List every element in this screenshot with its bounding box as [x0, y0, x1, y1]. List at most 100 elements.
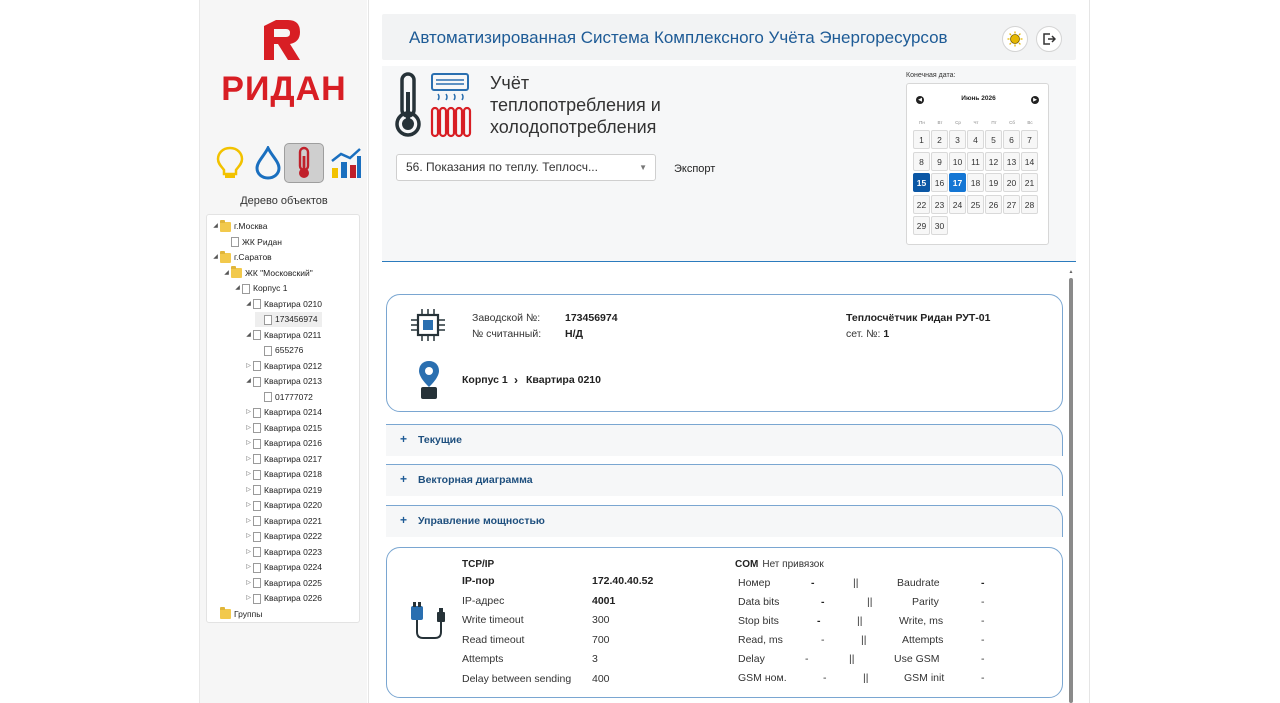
calendar-day[interactable]: 3: [949, 130, 966, 149]
collapsed-triangle-icon[interactable]: ▷: [244, 436, 253, 451]
expanded-triangle-icon[interactable]: ◢: [233, 281, 242, 296]
calendar-day[interactable]: 4: [967, 130, 984, 149]
tree-item[interactable]: ▷ Квартира 0225: [244, 576, 322, 591]
calendar-day[interactable]: 15: [913, 173, 930, 192]
calendar-day[interactable]: 7: [1021, 130, 1038, 149]
calendar-day[interactable]: 10: [949, 151, 966, 171]
calendar-day[interactable]: 28: [1021, 194, 1038, 214]
com-field-value: -: [981, 596, 985, 608]
tree-item[interactable]: ▷ Квартира 0221: [244, 514, 322, 529]
tree-item[interactable]: Группы: [211, 607, 262, 622]
calendar-day[interactable]: 8: [913, 151, 930, 171]
expanded-triangle-icon[interactable]: ◢: [211, 219, 220, 234]
tree-item[interactable]: 01777072: [255, 390, 313, 405]
tree-item[interactable]: ЖК Ридан: [222, 235, 282, 250]
scroll-thumb[interactable]: [1069, 278, 1073, 703]
scroll-up-icon[interactable]: ▲: [1068, 269, 1074, 275]
tree-item[interactable]: ▷ Квартира 0219: [244, 483, 322, 498]
calendar-day[interactable]: 26: [985, 194, 1002, 214]
calendar-day[interactable]: 20: [1003, 173, 1020, 192]
collapsed-triangle-icon[interactable]: ▷: [244, 591, 253, 606]
calendar-day[interactable]: 29: [913, 216, 930, 235]
expanded-triangle-icon[interactable]: ◢: [222, 266, 231, 281]
collapsed-triangle-icon[interactable]: ▷: [244, 421, 253, 436]
report-select[interactable]: 56. Показания по теплу. Теплосч... ▼: [396, 154, 656, 181]
thermometer-icon[interactable]: [284, 143, 324, 183]
collapsed-triangle-icon[interactable]: ▷: [244, 467, 253, 482]
serial-value: 173456974: [565, 312, 618, 324]
tree-item[interactable]: 173456974: [255, 312, 322, 327]
tree-item[interactable]: ▷ Квартира 0216: [244, 436, 322, 451]
collapsed-triangle-icon[interactable]: ▷: [244, 498, 253, 513]
calendar-day[interactable]: 30: [931, 216, 948, 235]
path-building[interactable]: Корпус 1: [462, 374, 508, 386]
calendar-day[interactable]: 23: [931, 194, 948, 214]
calendar-day[interactable]: 22: [913, 194, 930, 214]
tree-item[interactable]: ▷ Квартира 0226: [244, 591, 322, 606]
calendar-day[interactable]: 5: [985, 130, 1002, 149]
collapsed-triangle-icon[interactable]: ▷: [244, 359, 253, 374]
tree-item[interactable]: ◢ Корпус 1: [233, 281, 288, 296]
collapsed-triangle-icon[interactable]: ▷: [244, 560, 253, 575]
accordion-vector-diagram[interactable]: + Векторная диаграмма: [386, 464, 1063, 496]
collapsed-triangle-icon[interactable]: ▷: [244, 452, 253, 467]
calendar-day[interactable]: 9: [931, 151, 948, 171]
next-month-icon[interactable]: ▶: [1031, 96, 1039, 104]
path-apartment[interactable]: Квартира 0210: [526, 374, 601, 386]
calendar-day[interactable]: 12: [985, 151, 1002, 171]
calendar-day[interactable]: 18: [967, 173, 984, 192]
tree-item[interactable]: ▷ Квартира 0218: [244, 467, 322, 482]
tree-item[interactable]: ◢ г.Москва: [211, 219, 267, 234]
collapsed-triangle-icon[interactable]: ▷: [244, 576, 253, 591]
collapsed-triangle-icon[interactable]: ▷: [244, 514, 253, 529]
expanded-triangle-icon[interactable]: ◢: [244, 328, 253, 343]
tree-item[interactable]: ▷ Квартира 0224: [244, 560, 322, 575]
tree-item[interactable]: ▷ Квартира 0217: [244, 452, 322, 467]
tree-item[interactable]: ▷ Квартира 0212: [244, 359, 322, 374]
collapsed-triangle-icon[interactable]: ▷: [244, 545, 253, 560]
calendar-day[interactable]: 6: [1003, 130, 1020, 149]
expanded-triangle-icon[interactable]: ◢: [211, 250, 220, 265]
export-button[interactable]: Экспорт: [674, 163, 715, 175]
calendar-day[interactable]: 17: [949, 173, 966, 192]
tree-item[interactable]: ▷ Квартира 0214: [244, 405, 322, 420]
tree-item[interactable]: ▷ Квартира 0222: [244, 529, 322, 544]
tree-item[interactable]: 655276: [255, 343, 303, 358]
com-field-label: Номер: [738, 577, 771, 589]
tree-item[interactable]: ▷ Квартира 0223: [244, 545, 322, 560]
calendar-day[interactable]: 25: [967, 194, 984, 214]
tree-item[interactable]: ◢ ЖК "Московский": [222, 266, 313, 281]
tree-item[interactable]: ◢ Квартира 0211: [244, 328, 321, 343]
tree-item[interactable]: ▷ Квартира 0215: [244, 421, 322, 436]
collapsed-triangle-icon[interactable]: ▷: [244, 405, 253, 420]
calendar-day[interactable]: 11: [967, 151, 984, 171]
calendar-day[interactable]: 1: [913, 130, 930, 149]
tree-item-label: Группы: [234, 608, 263, 619]
accordion-power-control[interactable]: + Управление мощностью: [386, 505, 1063, 537]
tree-item[interactable]: ▷ Квартира 0220: [244, 498, 322, 513]
chart-icon[interactable]: [326, 143, 366, 183]
calendar-day[interactable]: 27: [1003, 194, 1020, 214]
calendar-day[interactable]: 19: [985, 173, 1002, 192]
calendar-day[interactable]: 16: [931, 173, 948, 192]
collapsed-triangle-icon[interactable]: ▷: [244, 529, 253, 544]
tree-item-label: Квартира 0224: [264, 562, 323, 572]
accordion-current[interactable]: + Текущие: [386, 424, 1063, 456]
water-drop-icon[interactable]: [248, 143, 288, 183]
expanded-triangle-icon[interactable]: ◢: [244, 297, 253, 312]
calendar-day[interactable]: 13: [1003, 151, 1020, 171]
calendar-day[interactable]: 24: [949, 194, 966, 214]
expanded-triangle-icon[interactable]: ◢: [244, 374, 253, 389]
logout-button[interactable]: [1036, 26, 1062, 52]
calendar-day[interactable]: 2: [931, 130, 948, 149]
theme-toggle-button[interactable]: [1002, 26, 1028, 52]
tree-item[interactable]: ◢ г.Саратов: [211, 250, 272, 265]
tree-item[interactable]: ◢ Квартира 0213: [244, 374, 322, 389]
com-separator: ||: [861, 634, 867, 646]
scrollbar[interactable]: ▲: [1068, 269, 1074, 703]
calendar-day[interactable]: 21: [1021, 173, 1038, 192]
bulb-icon[interactable]: [210, 143, 250, 183]
calendar-day[interactable]: 14: [1021, 151, 1038, 171]
tree-item[interactable]: ◢ Квартира 0210: [244, 297, 322, 312]
collapsed-triangle-icon[interactable]: ▷: [244, 483, 253, 498]
